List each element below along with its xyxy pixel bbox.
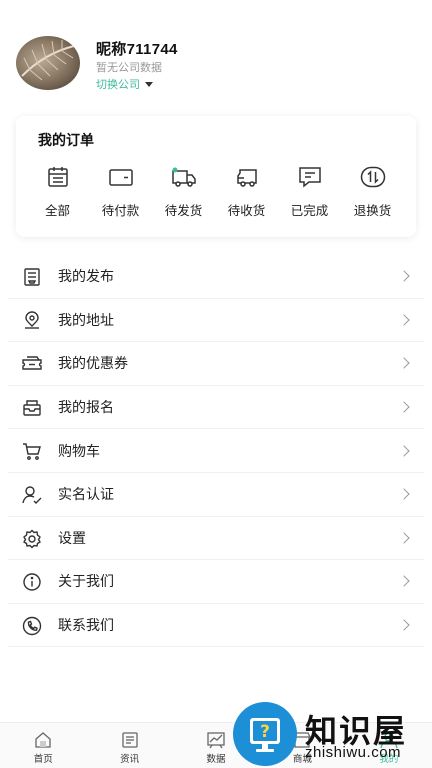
- order-all-button[interactable]: 全部: [26, 165, 89, 219]
- truck-icon: [171, 167, 196, 187]
- menu-label: 关于我们: [58, 573, 114, 590]
- caret-down-icon: [145, 81, 153, 87]
- menu-label: 我的优惠券: [58, 355, 128, 372]
- watermark-url: zhishiwu.com: [305, 744, 402, 761]
- order-pending-receipt-button[interactable]: 待收货: [215, 165, 278, 219]
- order-return-exchange-label: 退换货: [353, 204, 392, 218]
- menu-real-name-verification[interactable]: 实名认证: [8, 473, 424, 517]
- coupon-icon: [22, 356, 42, 370]
- menu-list: 我的发布 我的地址 我的优惠券 我的报名 购物车 实名认证 设置 关于我们 联系…: [8, 255, 424, 648]
- menu-label: 实名认证: [58, 486, 114, 503]
- order-return-exchange-button[interactable]: 退换货: [341, 165, 404, 219]
- menu-my-registrations[interactable]: 我的报名: [8, 386, 424, 430]
- order-pending-shipment-button[interactable]: 待发货: [152, 165, 215, 219]
- exchange-icon: [360, 166, 385, 188]
- user-check-icon: [22, 486, 42, 504]
- menu-label: 设置: [58, 529, 86, 546]
- wallet-icon: [108, 169, 133, 186]
- nickname: 昵称711744: [96, 41, 178, 58]
- help-monitor-icon: ?: [250, 718, 280, 752]
- calendar-icon: [47, 167, 68, 187]
- menu-label: 购物车: [58, 442, 100, 459]
- menu-label: 我的报名: [58, 399, 114, 416]
- tab-news-label: 资讯: [120, 754, 140, 765]
- home-icon: [35, 732, 51, 748]
- document-icon: [24, 268, 40, 286]
- chevron-right-icon: [398, 401, 410, 413]
- menu-cart[interactable]: 购物车: [8, 429, 424, 473]
- order-status-row: 全部 待付款 待发货 待收货 已完成 退换货: [16, 165, 416, 219]
- chevron-right-icon: [398, 314, 410, 326]
- orders-title: 我的订单: [38, 132, 94, 148]
- chevron-right-icon: [398, 532, 410, 544]
- order-pending-payment-label: 待付款: [101, 204, 140, 218]
- order-completed-button[interactable]: 已完成: [278, 165, 341, 219]
- chevron-right-icon: [398, 270, 410, 282]
- chevron-right-icon: [398, 619, 410, 631]
- orders-card: 我的订单 全部 待付款 待发货 待收货 已完成 退换货: [16, 116, 416, 237]
- info-icon: [23, 573, 41, 591]
- switch-company-label: 切换公司: [96, 79, 140, 91]
- avatar[interactable]: [16, 36, 80, 90]
- menu-label: 我的发布: [58, 268, 114, 285]
- svg-text:?: ?: [260, 722, 270, 742]
- delivery-icon: [236, 169, 257, 187]
- inbox-icon: [23, 400, 41, 416]
- watermark-logo: ?: [233, 702, 297, 766]
- news-icon: [121, 732, 138, 748]
- order-completed-label: 已完成: [290, 204, 329, 218]
- chevron-right-icon: [398, 357, 410, 370]
- tab-data-label: 数据: [206, 754, 226, 765]
- location-icon: [25, 310, 39, 329]
- menu-my-posts[interactable]: 我的发布: [8, 255, 424, 299]
- tab-home[interactable]: 首页: [0, 723, 86, 768]
- menu-my-coupons[interactable]: 我的优惠券: [8, 342, 424, 386]
- order-pending-payment-button[interactable]: 待付款: [89, 165, 152, 219]
- phone-icon: [22, 616, 42, 635]
- chart-icon: [207, 732, 225, 749]
- menu-label: 联系我们: [58, 617, 114, 634]
- menu-settings[interactable]: 设置: [8, 517, 424, 561]
- message-icon: [298, 167, 321, 188]
- profile-header: 昵称711744 暂无公司数据 切换公司: [16, 36, 416, 92]
- menu-label: 我的地址: [58, 311, 114, 328]
- order-all-label: 全部: [44, 204, 70, 218]
- tab-home-label: 首页: [33, 754, 53, 765]
- cart-icon: [23, 443, 41, 461]
- order-pending-shipment-label: 待发货: [164, 204, 203, 218]
- menu-my-address[interactable]: 我的地址: [8, 299, 424, 343]
- menu-contact-us[interactable]: 联系我们: [8, 604, 424, 648]
- menu-about-us[interactable]: 关于我们: [8, 560, 424, 604]
- order-pending-receipt-label: 待收货: [227, 204, 266, 218]
- switch-company-button[interactable]: 切换公司: [96, 76, 153, 92]
- chevron-right-icon: [398, 445, 410, 457]
- tab-news[interactable]: 资讯: [86, 723, 172, 768]
- gear-icon: [23, 529, 41, 549]
- chevron-right-icon: [398, 488, 410, 500]
- company-text: 暂无公司数据: [96, 62, 162, 74]
- chevron-right-icon: [398, 575, 410, 588]
- watermark: ? 知识屋 zhishiwu.com: [233, 702, 432, 768]
